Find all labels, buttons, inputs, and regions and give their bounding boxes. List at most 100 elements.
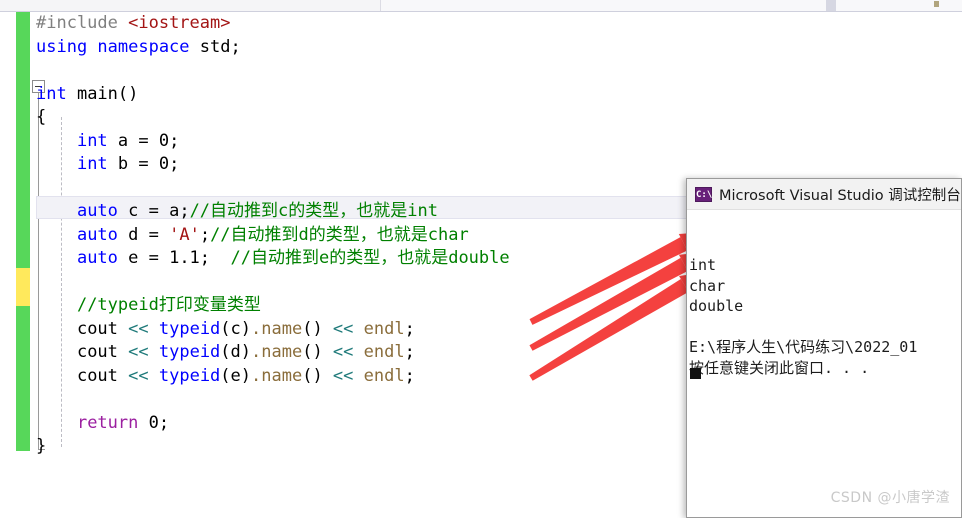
code-token: .name <box>251 318 303 339</box>
gutter-segment-saved <box>16 268 30 306</box>
code-token: typeid <box>158 365 221 386</box>
code-line[interactable]: #include <iostream> <box>36 12 736 36</box>
code-line[interactable] <box>36 388 736 412</box>
code-token: b = 0; <box>107 154 180 174</box>
code-line[interactable]: auto d = 'A';//自动推到d的类型，也就是char <box>36 224 736 248</box>
code-token: cout <box>76 318 129 339</box>
code-token: } <box>36 436 47 456</box>
code-line[interactable] <box>36 59 736 83</box>
code-token: () <box>302 342 333 362</box>
gutter-segment-changed <box>16 306 30 451</box>
code-token: << <box>128 365 149 386</box>
code-token: << <box>332 365 354 386</box>
console-output: int char double E:\程序人生\代码练习\2022_01 按任意键关闭… <box>687 210 961 517</box>
code-token: typeid <box>158 318 221 339</box>
code-token: (d) <box>220 342 252 362</box>
code-token: //自动推到e的类型，也就是double <box>230 248 510 268</box>
code-token: auto <box>76 224 118 245</box>
code-line[interactable]: { <box>36 106 736 130</box>
vs-splitter-handle[interactable] <box>826 0 836 11</box>
code-token: cout <box>76 342 129 362</box>
code-token: { <box>36 107 47 127</box>
debug-console-window[interactable]: C:\ Microsoft Visual Studio 调试控制台 int cha… <box>686 178 962 518</box>
code-line[interactable]: } <box>36 435 736 459</box>
console-caret <box>690 368 701 379</box>
code-token: c = a; <box>117 201 190 221</box>
console-output-line: 按任意键关闭此窗口. . . <box>689 358 870 377</box>
vs-toolbar-strip <box>0 0 962 12</box>
code-token: ; <box>404 318 415 339</box>
code-token: 0; <box>138 412 170 433</box>
code-token: << <box>332 318 354 339</box>
console-window-icon: C:\ <box>695 186 712 202</box>
code-token: () <box>302 365 333 386</box>
gutter-segment-changed <box>16 12 30 268</box>
code-token: endl <box>363 318 405 339</box>
vs-tabwell[interactable] <box>380 0 962 11</box>
console-title-text: Microsoft Visual Studio 调试控制台 <box>719 187 961 204</box>
code-text[interactable]: #include <iostream> using namespace std; … <box>36 12 736 459</box>
code-token: a = 0; <box>107 130 180 151</box>
code-token: << <box>128 318 149 339</box>
code-line[interactable]: auto c = a;//自动推到c的类型，也就是int <box>36 200 736 224</box>
code-line[interactable] <box>36 271 736 295</box>
code-line[interactable]: int main() <box>36 83 736 107</box>
code-token: //自动推到d的类型，也就是char <box>210 224 469 245</box>
code-token: << <box>128 342 149 362</box>
code-token: auto <box>76 201 118 221</box>
code-token: #include <box>36 13 129 33</box>
code-token: ; <box>404 365 415 386</box>
console-output-line: char <box>689 276 726 295</box>
code-line[interactable]: cout << typeid(c).name() << endl; <box>36 318 736 342</box>
code-token: ; <box>199 224 211 245</box>
code-token: (c) <box>220 318 252 339</box>
code-line[interactable]: //typeid打印变量类型 <box>36 294 736 318</box>
code-line[interactable]: int b = 0; <box>36 153 736 177</box>
code-token: .name <box>251 365 303 386</box>
code-token: int <box>76 154 108 174</box>
code-token: endl <box>363 342 405 362</box>
csdn-watermark: CSDN @小唐学渣 <box>830 490 950 506</box>
code-token: <iostream> <box>128 13 231 33</box>
code-token: << <box>332 342 354 362</box>
code-line[interactable]: int a = 0; <box>36 130 736 154</box>
code-token: //自动推到c的类型，也就是int <box>189 201 438 221</box>
screenshot-root: #include <iostream> using namespace std; … <box>0 0 962 518</box>
code-token: cout <box>76 365 129 386</box>
code-token: int <box>76 130 108 151</box>
toolbar-glyph-right <box>934 1 939 7</box>
code-token: .name <box>251 342 303 362</box>
code-token: 'A' <box>169 224 200 245</box>
console-title-bar[interactable]: C:\ Microsoft Visual Studio 调试控制台 <box>687 179 961 210</box>
code-token: (e) <box>220 365 252 386</box>
code-token: ; <box>404 342 415 362</box>
change-tracking-gutter <box>16 12 30 518</box>
code-token: return <box>76 412 139 433</box>
code-token: main() <box>66 83 139 104</box>
code-token: d = <box>117 224 170 245</box>
code-line[interactable]: auto e = 1.1; //自动推到e的类型，也就是double <box>36 247 736 271</box>
code-token: int <box>36 83 67 104</box>
code-token: std; <box>199 36 241 57</box>
code-line[interactable]: cout << typeid(e).name() << endl; <box>36 365 736 389</box>
code-token: //typeid打印变量类型 <box>76 295 261 315</box>
code-token: e = 1.1; <box>117 248 231 268</box>
code-token: () <box>302 318 333 339</box>
code-token: typeid <box>158 342 221 362</box>
console-output-line: double <box>689 297 744 315</box>
code-line[interactable]: cout << typeid(d).name() << endl; <box>36 341 736 365</box>
code-token: endl <box>363 365 405 386</box>
console-output-line: int <box>689 256 717 274</box>
console-output-line: E:\程序人生\代码练习\2022_01 <box>689 338 918 356</box>
code-line[interactable]: using namespace std; <box>36 36 736 60</box>
code-line[interactable]: return 0; <box>36 412 736 436</box>
code-line[interactable] <box>36 177 736 201</box>
code-token: using namespace <box>36 36 200 57</box>
